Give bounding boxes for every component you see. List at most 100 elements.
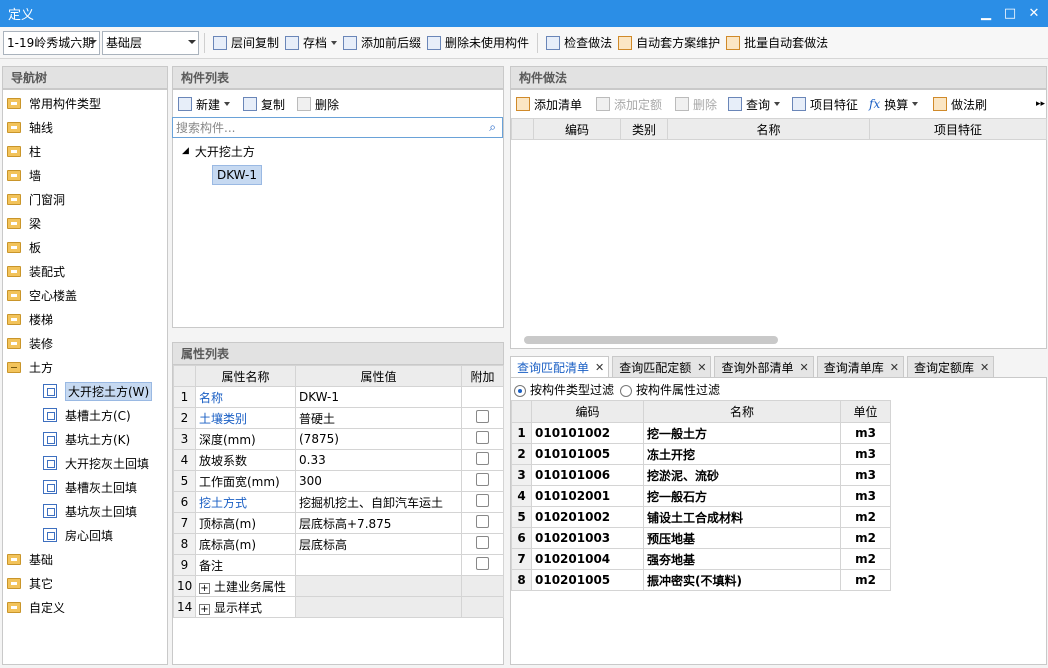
- close-icon[interactable]: ✕: [1022, 0, 1046, 27]
- nav-subitem[interactable]: 大开挖灰土回填: [43, 451, 149, 475]
- close-icon[interactable]: ✕: [890, 361, 899, 374]
- checkbox[interactable]: [476, 515, 489, 528]
- table-row[interactable]: 6 挖土方式 挖掘机挖土、自卸汽车运土: [173, 491, 504, 513]
- delete-unused-button[interactable]: 删除未使用构件: [424, 31, 532, 55]
- nav-item[interactable]: 门窗洞: [7, 187, 65, 211]
- query-button[interactable]: 查询: [728, 92, 781, 116]
- table-row[interactable]: 2 010101005 冻土开挖 m3: [511, 443, 891, 465]
- close-icon[interactable]: ✕: [980, 361, 989, 374]
- query-tab-bar: 查询匹配清单 ✕ 查询匹配定额 ✕ 查询外部清单 ✕ 查询清单库 ✕ 查询定额库 ✕: [510, 356, 1047, 378]
- table-row[interactable]: 1 010101002 挖一般土方 m3: [511, 422, 891, 444]
- table-row-group[interactable]: 14 + 显示样式: [173, 596, 504, 618]
- nav-item-earthwork[interactable]: 土方: [7, 355, 53, 379]
- component-group[interactable]: ◢ 大开挖土方: [182, 139, 255, 163]
- nav-item[interactable]: 轴线: [7, 115, 53, 139]
- table-row-group[interactable]: 10 + 土建业务属性: [173, 575, 504, 597]
- tab-quota-library[interactable]: 查询定额库 ✕: [906, 356, 995, 378]
- checkbox[interactable]: [476, 431, 489, 444]
- project-select[interactable]: 1-19岭秀城六期: [3, 30, 100, 55]
- tab-list-library[interactable]: 查询清单库 ✕: [816, 356, 904, 378]
- copy-button[interactable]: 复制: [243, 92, 285, 116]
- nav-subitem[interactable]: 基槽土方(C): [43, 403, 131, 427]
- nav-subitem-selected[interactable]: 大开挖土方(W): [43, 379, 153, 403]
- add-quota-button[interactable]: 添加定额: [596, 92, 662, 116]
- table-row[interactable]: 7 010201004 强夯地基 m2: [511, 548, 891, 570]
- nav-item[interactable]: 楼梯: [7, 307, 53, 331]
- search-input[interactable]: 搜索构件... ⌕: [172, 117, 503, 138]
- item-feature-button[interactable]: 项目特征: [792, 92, 858, 116]
- table-row[interactable]: 6 010201003 预压地基 m2: [511, 527, 891, 549]
- nav-subitem[interactable]: 房心回填: [43, 523, 113, 547]
- nav-subitem[interactable]: 基槽灰土回填: [43, 475, 137, 499]
- nav-item[interactable]: 常用构件类型: [7, 91, 101, 115]
- expand-icon[interactable]: +: [199, 603, 210, 615]
- tab-match-list[interactable]: 查询匹配清单 ✕: [510, 356, 610, 378]
- add-prefix-suffix-button[interactable]: 添加前后缀: [340, 31, 424, 55]
- check-method-button[interactable]: 检查做法: [543, 31, 615, 55]
- table-row[interactable]: 4 放坡系数 0.33: [173, 449, 504, 471]
- component-item-selected[interactable]: DKW-1: [212, 163, 263, 187]
- method-brush-button[interactable]: 做法刷: [933, 92, 987, 116]
- nav-item[interactable]: 装修: [7, 331, 53, 355]
- main-toolbar: 1-19岭秀城六期 基础层 层间复制 存档 添加前后缀 删除未使用构件 检查做法…: [0, 27, 1048, 59]
- nav-item[interactable]: 梁: [7, 211, 41, 235]
- expand-icon[interactable]: +: [199, 582, 210, 594]
- checkbox[interactable]: [476, 473, 489, 486]
- delete-method-button[interactable]: 删除: [675, 92, 717, 116]
- table-row[interactable]: 9 备注: [173, 554, 504, 576]
- checkbox[interactable]: [476, 557, 489, 570]
- nav-subitem[interactable]: 基坑土方(K): [43, 427, 130, 451]
- pit-icon: [43, 432, 57, 446]
- minimize-icon[interactable]: ▁: [974, 0, 998, 27]
- table-row[interactable]: 2 土壤类别 普硬土: [173, 407, 504, 429]
- checkbox[interactable]: [476, 494, 489, 507]
- floor-copy-button[interactable]: 层间复制: [210, 31, 282, 55]
- archive-button[interactable]: 存档: [282, 31, 340, 55]
- delete-button[interactable]: 删除: [297, 92, 339, 116]
- filter-by-type-radio[interactable]: 按构件类型过滤: [514, 381, 614, 398]
- convert-button[interactable]: fx 换算: [869, 92, 919, 116]
- nav-item[interactable]: 柱: [7, 139, 41, 163]
- checkbox[interactable]: [476, 452, 489, 465]
- nav-item[interactable]: 装配式: [7, 259, 65, 283]
- table-row[interactable]: 8 010201005 振冲密实(不填料) m2: [511, 569, 891, 591]
- nav-item[interactable]: 空心楼盖: [7, 283, 77, 307]
- table-row[interactable]: 1 名称 DKW-1: [173, 386, 504, 408]
- table-row[interactable]: 8 底标高(m) 层底标高: [173, 533, 504, 555]
- table-row[interactable]: 4 010102001 挖一般石方 m3: [511, 485, 891, 507]
- table-row[interactable]: 3 深度(mm) (7875): [173, 428, 504, 450]
- chevron-down-icon: [912, 102, 919, 106]
- more-icon[interactable]: ▸▸: [1036, 92, 1045, 116]
- table-row[interactable]: 7 顶标高(m) 层底标高+7.875: [173, 512, 504, 534]
- checkbox[interactable]: [476, 536, 489, 549]
- nav-item[interactable]: 基础: [7, 547, 53, 571]
- nav-item[interactable]: 墙: [7, 163, 41, 187]
- checkbox[interactable]: [476, 410, 489, 423]
- horizontal-scrollbar[interactable]: [524, 336, 778, 344]
- add-quota-icon: [596, 97, 610, 111]
- close-icon[interactable]: ✕: [697, 361, 706, 374]
- table-row[interactable]: 3 010101006 挖淤泥、流砂 m3: [511, 464, 891, 486]
- col-header: 属性名称: [195, 365, 296, 387]
- close-icon[interactable]: ✕: [799, 361, 808, 374]
- table-row[interactable]: 5 工作面宽(mm) 300: [173, 470, 504, 492]
- maximize-icon[interactable]: □: [998, 0, 1022, 27]
- properties-header: 属性列表: [172, 342, 504, 365]
- nav-subitem[interactable]: 基坑灰土回填: [43, 499, 137, 523]
- new-button[interactable]: 新建: [178, 92, 231, 116]
- search-icon[interactable]: ⌕: [489, 120, 496, 135]
- pit-backfill-icon: [43, 504, 57, 518]
- nav-item[interactable]: 自定义: [7, 595, 65, 619]
- collapse-icon[interactable]: ◢: [182, 146, 189, 156]
- tab-external-list[interactable]: 查询外部清单 ✕: [714, 356, 814, 378]
- floor-select[interactable]: 基础层: [102, 30, 199, 55]
- auto-scheme-button[interactable]: 自动套方案维护: [615, 31, 723, 55]
- nav-item[interactable]: 板: [7, 235, 41, 259]
- filter-by-attr-radio[interactable]: 按构件属性过滤: [620, 381, 720, 398]
- batch-auto-method-button[interactable]: 批量自动套做法: [723, 31, 831, 55]
- add-list-button[interactable]: 添加清单: [516, 92, 582, 116]
- close-icon[interactable]: ✕: [595, 361, 604, 374]
- table-row[interactable]: 5 010201002 铺设土工合成材料 m2: [511, 506, 891, 528]
- tab-match-quota[interactable]: 查询匹配定额 ✕: [612, 356, 712, 378]
- nav-item[interactable]: 其它: [7, 571, 53, 595]
